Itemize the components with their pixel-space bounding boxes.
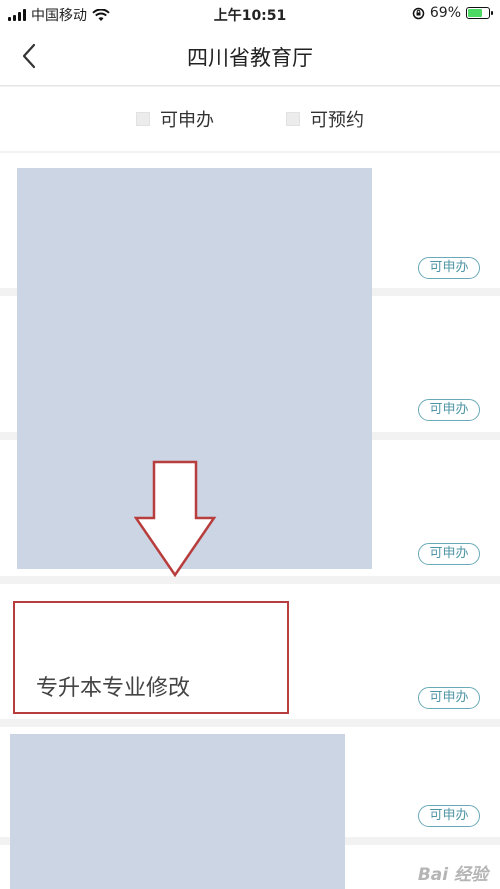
watermark-logo: Bai 经验 (417, 865, 488, 885)
page-title: 四川省教育厅 (187, 46, 313, 70)
nav-bar: 四川省教育厅 (0, 28, 500, 86)
checkbox[interactable] (136, 112, 150, 126)
status-badge: 可申办 (418, 543, 480, 565)
battery-level (468, 9, 482, 17)
service-name[interactable]: 专升本专业修改 (36, 670, 190, 702)
checkbox[interactable] (286, 112, 300, 126)
status-right: 69% (412, 5, 493, 21)
status-badge: 可申办 (418, 805, 480, 827)
filter-bar: 可申办 可预约 (0, 87, 500, 151)
filter-can-book[interactable]: 可预约 (286, 106, 364, 132)
battery-percent: 69% (429, 5, 461, 21)
filter-can-apply[interactable]: 可申办 (136, 106, 214, 132)
filter-label: 可预约 (310, 110, 364, 131)
status-bar: 中国移动 上午10:51 69% (0, 0, 500, 28)
redacted-block (10, 734, 345, 889)
status-badge: 可申办 (418, 399, 480, 421)
status-badge: 可申办 (418, 257, 480, 279)
annotation-arrow-icon (134, 460, 217, 578)
status-badge: 可申办 (418, 687, 480, 709)
filter-label: 可申办 (160, 110, 214, 131)
battery-icon (466, 7, 493, 19)
orientation-lock-icon (412, 7, 425, 19)
